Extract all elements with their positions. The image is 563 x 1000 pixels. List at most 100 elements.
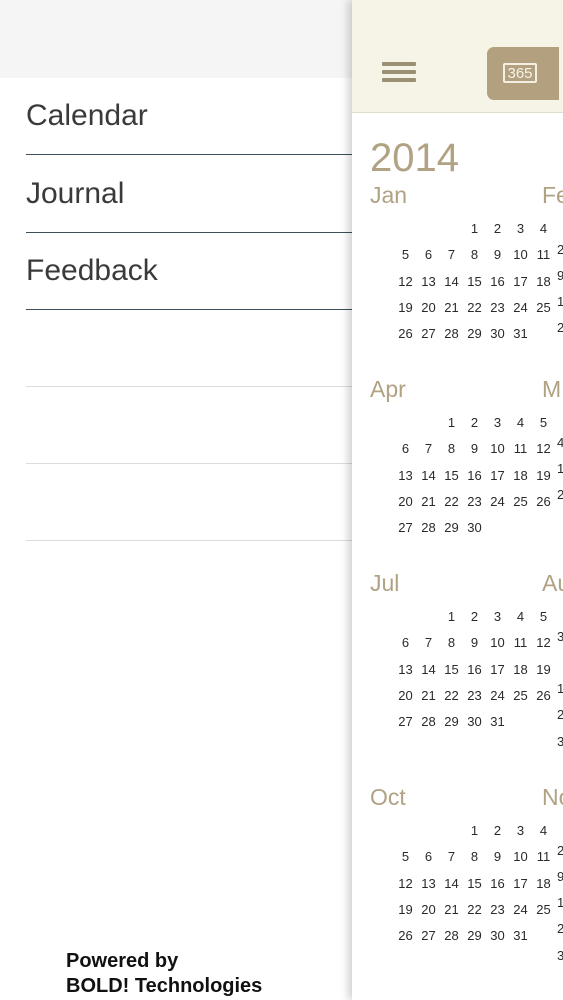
day-cell[interactable]: 3	[509, 818, 532, 844]
day-cell[interactable]: 10	[486, 436, 509, 462]
day-cell[interactable]: 18	[532, 871, 555, 897]
day-cell[interactable]: 1	[463, 216, 486, 242]
day-cell[interactable]: 25	[532, 295, 555, 321]
day-cell[interactable]: 25	[509, 683, 532, 709]
day-cell[interactable]: 29	[463, 321, 486, 347]
day-cell[interactable]: 4	[509, 604, 532, 630]
day-cell[interactable]: 5	[532, 604, 555, 630]
day-cell[interactable]: 4	[532, 818, 555, 844]
day-cell[interactable]: 13	[394, 463, 417, 489]
day-cell[interactable]: 21	[440, 295, 463, 321]
day-cell[interactable]: 9	[463, 630, 486, 656]
day-cell[interactable]: 8	[440, 436, 463, 462]
day-cell[interactable]: 20	[417, 897, 440, 923]
day-cell[interactable]: 10	[509, 844, 532, 870]
day-cell[interactable]: 7	[417, 630, 440, 656]
day-cell[interactable]: 12	[394, 871, 417, 897]
day-cell[interactable]: 31	[509, 923, 532, 949]
day-cell[interactable]: 28	[440, 321, 463, 347]
day-cell[interactable]: 16	[463, 463, 486, 489]
day-cell[interactable]: 18	[509, 463, 532, 489]
day-cell[interactable]: 18	[509, 657, 532, 683]
day-cell[interactable]: 15	[440, 463, 463, 489]
day-cell[interactable]: 2	[486, 216, 509, 242]
day-cell[interactable]: 14	[440, 269, 463, 295]
day-cell[interactable]: 27	[417, 923, 440, 949]
day-cell[interactable]: 29	[463, 923, 486, 949]
day-cell[interactable]: 22	[463, 897, 486, 923]
day-cell[interactable]: 8	[463, 844, 486, 870]
day-cell[interactable]: 28	[417, 515, 440, 541]
day-cell[interactable]: 12	[532, 436, 555, 462]
day-cell[interactable]: 16	[486, 871, 509, 897]
day-cell[interactable]: 10	[486, 630, 509, 656]
day-cell[interactable]: 9	[486, 242, 509, 268]
day-cell[interactable]: 17	[509, 871, 532, 897]
day-cell[interactable]: 1	[440, 410, 463, 436]
day-cell[interactable]: 23	[486, 295, 509, 321]
day-cell[interactable]: 14	[440, 871, 463, 897]
day-cell[interactable]: 24	[486, 489, 509, 515]
day-cell[interactable]: 5	[394, 844, 417, 870]
day-cell[interactable]: 22	[440, 489, 463, 515]
day-cell[interactable]: 13	[417, 871, 440, 897]
day-cell[interactable]: 27	[394, 515, 417, 541]
menu-item-journal[interactable]: Journal	[26, 155, 352, 233]
day-cell[interactable]: 19	[532, 657, 555, 683]
day-cell[interactable]: 10	[509, 242, 532, 268]
day-cell[interactable]: 28	[417, 709, 440, 735]
menu-item-feedback[interactable]: Feedback	[26, 233, 352, 310]
month-aug-partial[interactable]: Au	[542, 570, 563, 597]
day-cell[interactable]: 20	[394, 683, 417, 709]
day-cell[interactable]: 19	[532, 463, 555, 489]
day-cell[interactable]: 6	[394, 630, 417, 656]
day-cell[interactable]: 8	[463, 242, 486, 268]
day-cell[interactable]: 30	[463, 709, 486, 735]
day-cell[interactable]: 7	[440, 242, 463, 268]
day-cell[interactable]: 15	[440, 657, 463, 683]
day-cell[interactable]: 26	[394, 923, 417, 949]
day-cell[interactable]: 17	[486, 463, 509, 489]
day-cell[interactable]: 3	[509, 216, 532, 242]
day-cell[interactable]: 6	[394, 436, 417, 462]
day-cell[interactable]: 3	[486, 604, 509, 630]
day-cell[interactable]: 24	[509, 295, 532, 321]
day-cell[interactable]: 24	[486, 683, 509, 709]
day-cell[interactable]: 19	[394, 897, 417, 923]
day-cell[interactable]: 9	[463, 436, 486, 462]
day-cell[interactable]: 7	[417, 436, 440, 462]
day-cell[interactable]: 25	[532, 897, 555, 923]
day-cell[interactable]: 31	[509, 321, 532, 347]
day-cell[interactable]: 5	[394, 242, 417, 268]
day-cell[interactable]: 12	[394, 269, 417, 295]
day-cell[interactable]: 8	[440, 630, 463, 656]
day-cell[interactable]: 29	[440, 709, 463, 735]
day-cell[interactable]: 5	[532, 410, 555, 436]
day-cell[interactable]: 4	[532, 216, 555, 242]
day-cell[interactable]: 3	[486, 410, 509, 436]
hamburger-menu-icon[interactable]	[382, 62, 416, 82]
day-cell[interactable]: 1	[440, 604, 463, 630]
day-cell[interactable]: 26	[394, 321, 417, 347]
day-cell[interactable]: 15	[463, 269, 486, 295]
day-cell[interactable]: 30	[463, 515, 486, 541]
day-cell[interactable]: 22	[440, 683, 463, 709]
day-cell[interactable]: 26	[532, 683, 555, 709]
day-cell[interactable]: 2	[463, 604, 486, 630]
day-cell[interactable]: 6	[417, 844, 440, 870]
menu-item-calendar[interactable]: Calendar	[26, 78, 352, 155]
day-cell[interactable]: 19	[394, 295, 417, 321]
day-cell[interactable]: 17	[509, 269, 532, 295]
day-cell[interactable]: 27	[417, 321, 440, 347]
day-cell[interactable]: 27	[394, 709, 417, 735]
day-cell[interactable]: 30	[486, 321, 509, 347]
month-nov-partial[interactable]: No	[542, 784, 563, 811]
day-cell[interactable]: 23	[463, 683, 486, 709]
month-may-partial[interactable]: M	[542, 376, 561, 403]
day-cell[interactable]: 7	[440, 844, 463, 870]
day-cell[interactable]: 29	[440, 515, 463, 541]
day-cell[interactable]: 16	[486, 269, 509, 295]
day-cell[interactable]: 14	[417, 657, 440, 683]
day-cell[interactable]: 20	[394, 489, 417, 515]
day-cell[interactable]: 23	[463, 489, 486, 515]
